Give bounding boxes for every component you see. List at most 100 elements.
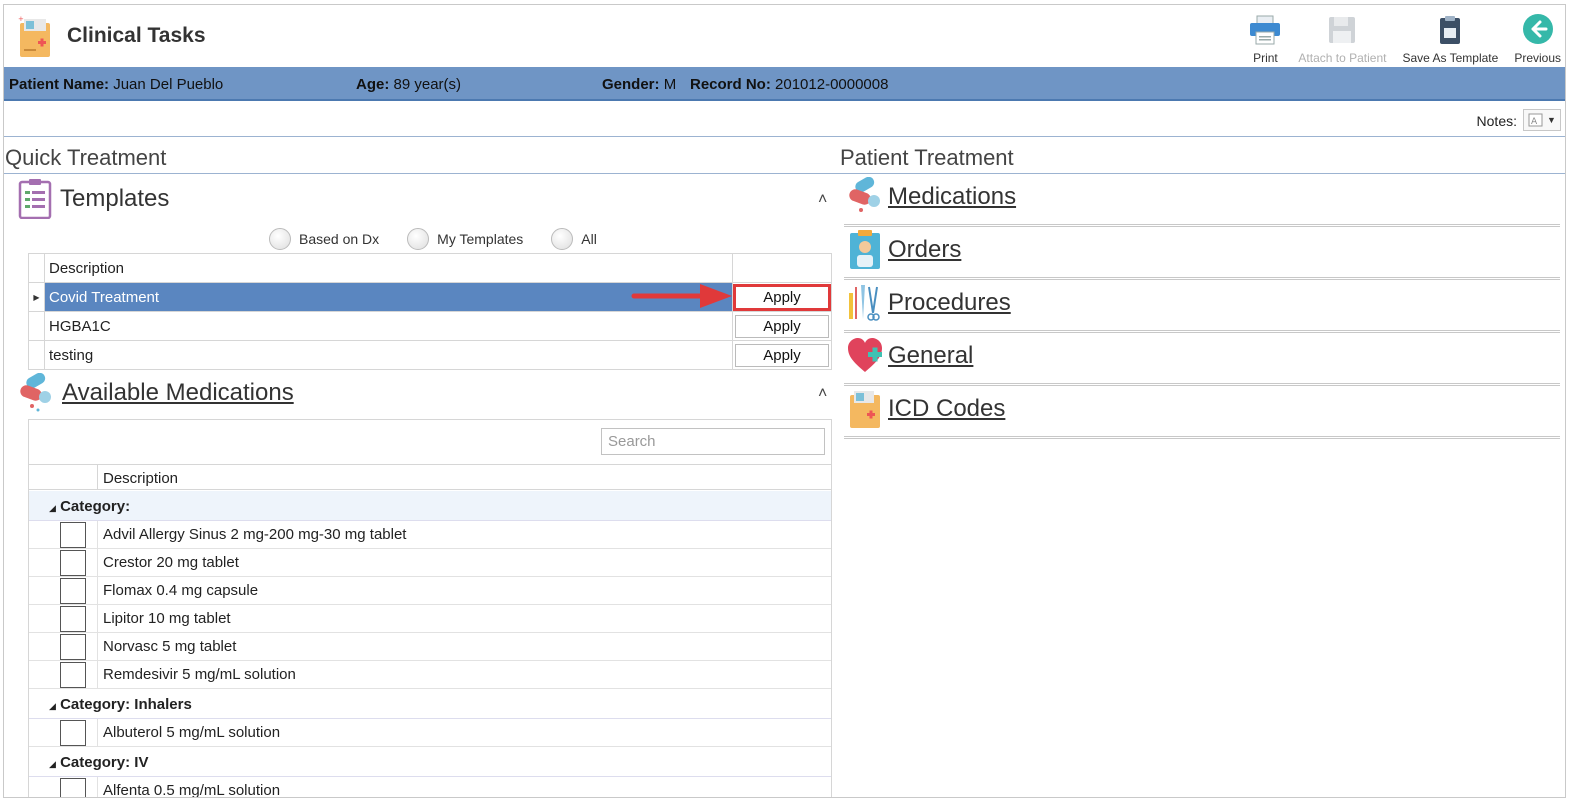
notes-icon: A [1528, 113, 1543, 127]
category-label: ◢ Category: IV [49, 754, 148, 771]
patient-gender: Gender: M [602, 76, 676, 93]
notes-label: Notes: [1476, 113, 1517, 129]
list-item[interactable]: Flomax 0.4 mg capsule [29, 577, 831, 605]
filter-all[interactable]: All [551, 228, 597, 250]
medication-name: Alfenta 0.5 mg/mL solution [103, 782, 281, 798]
filter-label: All [581, 231, 597, 247]
apply-button[interactable]: Apply [735, 314, 829, 338]
filter-based-on-dx[interactable]: Based on Dx [269, 228, 379, 250]
save-as-template-button[interactable]: Save As Template [1398, 7, 1502, 65]
treatment-link-label[interactable]: Procedures [888, 289, 1011, 317]
save-disk-icon [1329, 17, 1356, 43]
category-row[interactable]: ◢ Category: Inhalers [29, 689, 831, 719]
patient-gender-value: M [663, 76, 677, 93]
apply-highlight: Apply [733, 283, 831, 311]
section-divider [4, 173, 1565, 174]
table-row[interactable]: HGBA1C Apply [28, 311, 832, 341]
templates-table: Description ▶ Covid Treatment Apply HGBA… [28, 253, 832, 370]
notes-dropdown-button[interactable]: A ▼ [1523, 109, 1561, 131]
quick-treatment-title: Quick Treatment [5, 145, 167, 170]
previous-button[interactable]: Previous [1510, 7, 1565, 65]
filter-label: Based on Dx [299, 231, 380, 247]
column-separator [97, 661, 98, 688]
column-separator [97, 633, 98, 660]
heart-plus-icon [848, 338, 882, 372]
patient-record-value: 201012-0000008 [775, 76, 889, 93]
radio-circle-icon [269, 228, 291, 250]
column-header-action [732, 253, 832, 283]
list-item[interactable]: Norvasc 5 mg tablet [29, 633, 831, 661]
treatment-link-label[interactable]: ICD Codes [888, 395, 1005, 423]
medication-name: Norvasc 5 mg tablet [103, 638, 237, 655]
available-medications-title: Available Medications [62, 379, 294, 406]
medication-name: Advil Allergy Sinus 2 mg-200 mg-30 mg ta… [103, 526, 407, 543]
medication-checkbox[interactable] [60, 778, 86, 797]
list-item[interactable]: Advil Allergy Sinus 2 mg-200 mg-30 mg ta… [29, 521, 831, 549]
divider [844, 224, 1560, 227]
medication-checkbox[interactable] [60, 720, 86, 746]
collapse-triangle-icon: ◢ [49, 759, 56, 769]
patient-name-value: Juan Del Pueblo [113, 76, 224, 93]
column-separator [97, 465, 98, 489]
collapse-triangle-icon: ◢ [49, 701, 56, 711]
category-name: Category: Inhalers [60, 696, 192, 713]
collapse-triangle-icon: ◢ [49, 503, 56, 513]
row-indicator [28, 340, 45, 370]
column-separator [97, 719, 98, 746]
radio-circle-icon [551, 228, 574, 250]
list-item[interactable]: Albuterol 5 mg/mL solution [29, 719, 831, 747]
attach-to-patient-button[interactable]: Attach to Patient [1294, 7, 1390, 65]
list-item[interactable]: Crestor 20 mg tablet [29, 549, 831, 577]
medication-checkbox[interactable] [60, 522, 86, 548]
templates-collapse-icon[interactable]: ˄ [818, 191, 827, 209]
search-input[interactable]: Search [601, 428, 825, 455]
list-item[interactable]: Remdesivir 5 mg/mL solution [29, 661, 831, 689]
apply-button[interactable]: Apply [735, 285, 829, 309]
apply-button[interactable]: Apply [735, 343, 829, 367]
templates-header[interactable]: Templates [18, 179, 169, 219]
treatment-link-label[interactable]: Medications [888, 183, 1016, 211]
patient-age: Age: 89 year(s) [356, 76, 461, 93]
treatment-link-label[interactable]: Orders [888, 236, 961, 264]
template-description[interactable]: testing [44, 340, 733, 370]
chevron-down-icon: ▼ [1547, 115, 1556, 125]
patient-treatment-general[interactable]: General [844, 336, 1560, 388]
medications-header-row: Description [29, 464, 831, 490]
medication-checkbox[interactable] [60, 578, 86, 604]
clinical-tasks-window: + Clinical Tasks Print Attach to Patient… [3, 4, 1566, 798]
previous-label: Previous [1514, 51, 1561, 65]
divider [844, 436, 1560, 439]
medication-checkbox[interactable] [60, 662, 86, 688]
category-name: Category: IV [60, 754, 149, 771]
column-separator [97, 549, 98, 576]
print-button[interactable]: Print [1244, 7, 1286, 65]
category-row[interactable]: ◢ Category: [29, 491, 831, 521]
list-item[interactable]: Alfenta 0.5 mg/mL solution [29, 777, 831, 798]
patient-treatment-icd-codes[interactable]: ICD Codes [844, 389, 1560, 441]
row-indicator-header [28, 253, 45, 283]
available-medications-header[interactable]: Available Medications [18, 373, 294, 413]
template-description[interactable]: HGBA1C [44, 311, 733, 341]
category-label: ◢ Category: Inhalers [49, 696, 192, 713]
divider [844, 383, 1560, 386]
category-label: ◢ Category: [49, 498, 130, 515]
medications-collapse-icon[interactable]: ˄ [818, 385, 827, 403]
attach-label: Attach to Patient [1298, 51, 1387, 65]
medication-checkbox[interactable] [60, 550, 86, 576]
medication-checkbox[interactable] [60, 606, 86, 632]
list-item[interactable]: Lipitor 10 mg tablet [29, 605, 831, 633]
patient-treatment-procedures[interactable]: Procedures [844, 283, 1560, 335]
patient-info-bar: Patient Name: Juan Del Pueblo Age: 89 ye… [4, 67, 1565, 101]
treatment-link-label[interactable]: General [888, 342, 973, 370]
table-row[interactable]: testing Apply [28, 340, 832, 370]
medication-checkbox[interactable] [60, 634, 86, 660]
row-pointer-icon: ▶ [28, 282, 45, 312]
patient-treatment-title: Patient Treatment [840, 145, 1014, 170]
patient-treatment-medications[interactable]: Medications [844, 177, 1560, 229]
filter-my-templates[interactable]: My Templates [407, 228, 523, 250]
medical-record-icon [850, 391, 880, 428]
red-arrow-icon [631, 284, 732, 308]
category-row[interactable]: ◢ Category: IV [29, 747, 831, 777]
patient-treatment-orders[interactable]: Orders [844, 230, 1560, 282]
divider [844, 330, 1560, 333]
